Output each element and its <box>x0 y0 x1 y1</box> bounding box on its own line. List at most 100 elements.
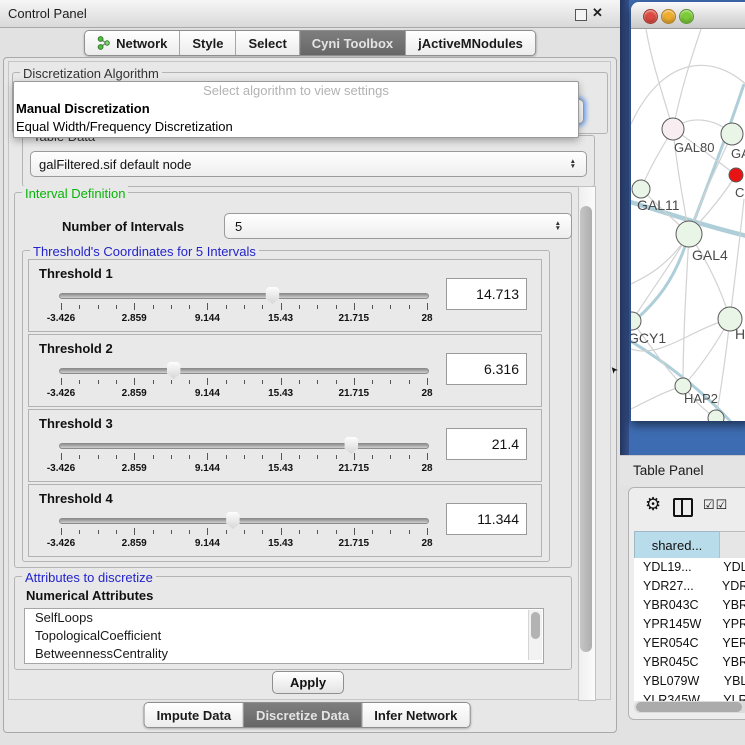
node-bottom[interactable] <box>708 410 724 421</box>
slider-tick-labels: -3.4262.8599.14415.4321.71528 <box>61 538 427 550</box>
list-item[interactable]: SelfLoops <box>25 609 543 627</box>
tick-mark <box>171 530 172 534</box>
tick-mark <box>226 305 227 309</box>
attributes-listbox[interactable]: SelfLoops TopologicalCoefficient Between… <box>24 608 544 664</box>
column-header-shared[interactable]: shared... <box>634 531 720 559</box>
table-row[interactable]: YDR27...YDR2 <box>634 577 745 596</box>
close-light-icon[interactable] <box>643 9 658 24</box>
tick-mark <box>281 528 282 535</box>
tick-mark <box>171 305 172 309</box>
slider-track[interactable] <box>59 518 429 524</box>
tab-style[interactable]: Style <box>180 31 236 55</box>
zoom-light-icon[interactable] <box>679 9 694 24</box>
tab-infer-network[interactable]: Infer Network <box>362 703 469 727</box>
tick-label: 21.715 <box>339 313 370 324</box>
node-gal11[interactable] <box>632 180 650 198</box>
table-cell: YDL1 <box>714 558 745 577</box>
tick-mark <box>427 528 428 535</box>
gear-icon[interactable]: ⚙ <box>645 494 661 515</box>
table-data-combobox[interactable]: galFiltered.sif default node ▲▼ <box>30 151 587 177</box>
scrollbar-thumb[interactable] <box>531 612 540 639</box>
tick-label: 21.715 <box>339 388 370 399</box>
table-cell: YBR0 <box>713 596 745 615</box>
threshold-value-field[interactable]: 14.713 <box>446 278 527 310</box>
tick-mark <box>61 378 62 385</box>
tick-mark <box>79 530 80 534</box>
table-cell: YBR0 <box>713 653 745 672</box>
tick-mark <box>354 528 355 535</box>
slider-track[interactable] <box>59 293 429 299</box>
threshold-slider[interactable]: -3.4262.8599.14415.4321.71528 <box>59 286 429 328</box>
node-gal4[interactable] <box>676 221 702 247</box>
float-icon[interactable] <box>575 9 587 21</box>
tick-label: 28 <box>421 463 432 474</box>
apply-button[interactable]: Apply <box>272 671 344 694</box>
table-cell: YLR3 <box>714 691 745 701</box>
slider-thumb[interactable] <box>343 437 359 454</box>
tick-mark <box>153 305 154 309</box>
tick-mark <box>281 453 282 460</box>
checkbox-icons[interactable]: ☑☑ <box>703 497 728 513</box>
close-icon[interactable]: ✕ <box>592 5 603 21</box>
threshold-slider[interactable]: -3.4262.8599.14415.4321.71528 <box>59 361 429 403</box>
slider-thumb[interactable] <box>225 512 241 529</box>
tick-label: 15.43 <box>268 463 293 474</box>
column-header-name[interactable]: na <box>719 531 745 559</box>
table-row[interactable]: YPR145WYPR1 <box>634 615 745 634</box>
table-row[interactable]: YBR043CYBR0 <box>634 596 745 615</box>
tick-mark <box>189 305 190 309</box>
tab-jactivemnodules[interactable]: jActiveMNodules <box>406 31 535 55</box>
num-intervals-spinner[interactable]: 5 ▲▼ <box>224 213 572 239</box>
threshold-value-field[interactable]: 21.4 <box>446 428 527 460</box>
network-canvas[interactable]: GAL80 GA GAL11 C GAL4 GCY1 H HAP2 <box>631 29 745 421</box>
table-cell: YBL079W <box>634 672 715 691</box>
top-tab-bar: Network Style Select Cyni Toolbox jActiv… <box>84 30 536 56</box>
tick-mark <box>390 380 391 384</box>
slider-thumb[interactable] <box>166 362 182 379</box>
tab-impute-data[interactable]: Impute Data <box>145 703 244 727</box>
tick-mark <box>262 305 263 309</box>
minimize-light-icon[interactable] <box>661 9 676 24</box>
scrollbar-thumb[interactable] <box>580 206 592 652</box>
table-row[interactable]: YDL19...YDL1 <box>634 558 745 577</box>
node-top-right[interactable] <box>721 123 743 145</box>
tab-network[interactable]: Network <box>85 31 180 55</box>
list-scrollbar[interactable] <box>528 610 542 660</box>
tab-cyni-toolbox[interactable]: Cyni Toolbox <box>300 31 406 55</box>
tick-mark <box>336 305 337 309</box>
table-row[interactable]: YBR045CYBR0 <box>634 653 745 672</box>
tab-discretize-data[interactable]: Discretize Data <box>244 703 362 727</box>
dropdown-option-equal-width[interactable]: Equal Width/Frequency Discretization <box>14 118 578 136</box>
scrollbar-thumb[interactable] <box>636 702 742 712</box>
dropdown-option-manual[interactable]: Manual Discretization <box>14 100 578 118</box>
tick-mark <box>317 530 318 534</box>
tick-label: 9.144 <box>195 388 220 399</box>
list-item[interactable]: TopologicalCoefficient <box>25 627 543 645</box>
node-gal80[interactable] <box>662 118 684 140</box>
control-panel-titlebar: Control Panel ✕ <box>0 0 620 28</box>
tick-mark <box>262 530 263 534</box>
slider-track[interactable] <box>59 368 429 374</box>
slider-thumb[interactable] <box>264 287 280 304</box>
columns-icon[interactable] <box>673 498 693 517</box>
threshold-value-field[interactable]: 11.344 <box>446 503 527 535</box>
node-label: H <box>735 326 745 342</box>
table-row[interactable]: YLR345WYLR3 <box>634 691 745 701</box>
network-window-titlebar[interactable] <box>631 2 745 29</box>
node-label: GCY1 <box>631 330 666 346</box>
spinner-value: 5 <box>235 219 242 234</box>
tick-mark <box>171 455 172 459</box>
tick-mark <box>281 378 282 385</box>
table-row[interactable]: YER054CYER0 <box>634 634 745 653</box>
table-row[interactable]: YBL079WYBL0 <box>634 672 745 691</box>
list-item[interactable]: BetweennessCentrality <box>25 645 543 663</box>
slider-track[interactable] <box>59 443 429 449</box>
threshold-slider[interactable]: -3.4262.8599.14415.4321.71528 <box>59 436 429 478</box>
node-red-selected[interactable] <box>729 168 743 182</box>
table-cell: YPR145W <box>634 615 713 634</box>
threshold-value-field[interactable]: 6.316 <box>446 353 527 385</box>
tick-mark <box>317 455 318 459</box>
tab-select[interactable]: Select <box>236 31 299 55</box>
threshold-slider[interactable]: -3.4262.8599.14415.4321.71528 <box>59 511 429 553</box>
horizontal-scrollbar[interactable] <box>634 701 745 713</box>
